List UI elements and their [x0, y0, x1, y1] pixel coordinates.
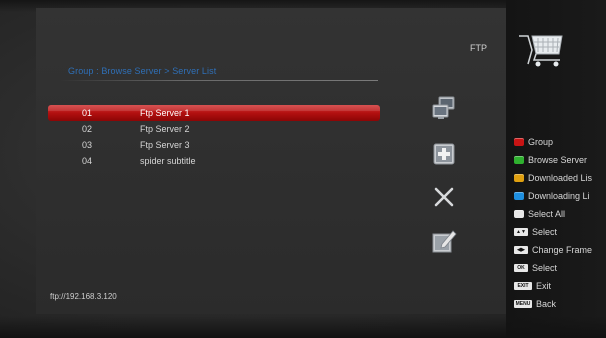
leftright-key-icon: ◀▶	[514, 246, 528, 254]
item-name: spider subtitle	[140, 156, 196, 166]
item-number: 02	[82, 124, 93, 134]
exit-key-icon: EXIT	[514, 282, 532, 290]
copy-windows-icon[interactable]	[430, 94, 458, 122]
legend-label: Group	[528, 137, 554, 147]
blue-key-icon	[514, 192, 524, 200]
list-item[interactable]: 04 spider subtitle	[48, 153, 380, 169]
item-number: 04	[82, 156, 93, 166]
key-legend: Group Browse Server Downloaded Lis Downl…	[514, 133, 592, 313]
bottom-shade	[0, 316, 606, 338]
legend-label: Exit	[536, 281, 552, 291]
item-name: Ftp Server 3	[140, 140, 190, 150]
item-name: Ftp Server 2	[140, 124, 190, 134]
ftp-url: ftp://192.168.3.120	[50, 292, 117, 301]
menu-key-icon: MENU	[514, 300, 532, 308]
legend-downloaded[interactable]: Downloaded Lis	[514, 169, 592, 187]
legend-label: Downloading Li	[528, 191, 590, 201]
screen-background: Group : Browse Server > Server List 01 F…	[0, 0, 606, 338]
legend-label: Downloaded Lis	[528, 173, 593, 183]
legend-label: Browse Server	[528, 155, 588, 165]
legend-exit[interactable]: EXIT Exit	[514, 277, 592, 295]
legend-browse-server[interactable]: Browse Server	[514, 151, 592, 169]
legend-back[interactable]: MENU Back	[514, 295, 592, 313]
legend-label: Back	[536, 299, 557, 309]
legend-downloading[interactable]: Downloading Li	[514, 187, 592, 205]
legend-label: Select	[532, 263, 558, 273]
item-number: 01	[82, 108, 93, 118]
list-item[interactable]: 01 Ftp Server 1	[48, 105, 380, 121]
item-number: 03	[82, 140, 93, 150]
breadcrumb-divider	[60, 80, 378, 81]
legend-change-frame[interactable]: ◀▶ Change Frame	[514, 241, 592, 259]
legend-select-ok[interactable]: OK Select	[514, 259, 592, 277]
yellow-key-icon	[514, 174, 524, 182]
legend-group[interactable]: Group	[514, 133, 592, 151]
green-key-icon	[514, 156, 524, 164]
add-plus-icon[interactable]	[430, 140, 458, 168]
updown-key-icon: ▲▼	[514, 228, 528, 236]
legend-label: Select All	[528, 209, 566, 219]
shopping-cart-icon	[518, 28, 578, 72]
section-title: FTP	[470, 43, 487, 53]
list-item[interactable]: 03 Ftp Server 3	[48, 137, 380, 153]
legend-select-updown[interactable]: ▲▼ Select	[514, 223, 592, 241]
delete-x-icon[interactable]	[430, 183, 458, 211]
breadcrumb: Group : Browse Server > Server List	[68, 66, 217, 76]
red-key-icon	[514, 138, 524, 146]
item-name: Ftp Server 1	[140, 108, 190, 118]
white-key-icon	[514, 210, 524, 218]
list-item[interactable]: 02 Ftp Server 2	[48, 121, 380, 137]
server-list[interactable]: 01 Ftp Server 1 02 Ftp Server 2 03 Ftp S…	[48, 105, 380, 169]
ok-key-icon: OK	[514, 264, 528, 272]
legend-label: Select	[532, 227, 558, 237]
edit-pencil-icon[interactable]	[430, 227, 458, 255]
legend-select-all[interactable]: Select All	[514, 205, 592, 223]
legend-label: Change Frame	[532, 245, 593, 255]
